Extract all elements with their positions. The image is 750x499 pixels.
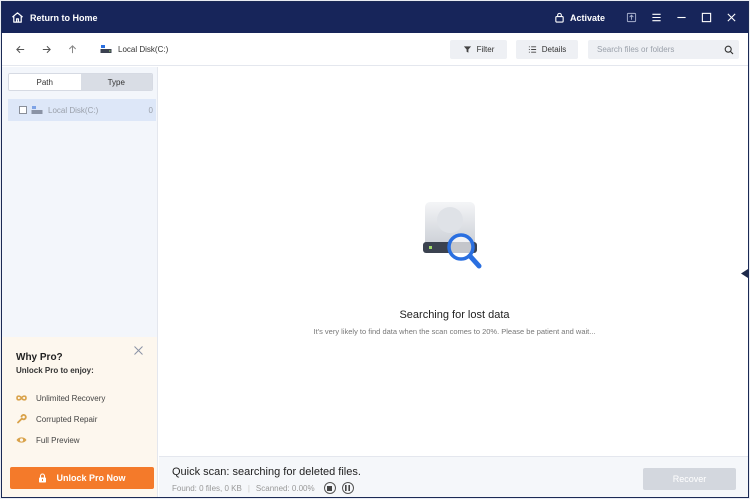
pause-button[interactable] bbox=[341, 482, 354, 494]
menu-button[interactable] bbox=[644, 2, 669, 33]
app-window: Return to Home Activate Local Disk(C:) F… bbox=[1, 1, 749, 498]
hamburger-icon bbox=[652, 13, 661, 22]
search-icon[interactable] bbox=[724, 45, 734, 55]
promo-feature-corrupted-repair: Corrupted Repair bbox=[16, 414, 97, 424]
up-button[interactable] bbox=[60, 37, 84, 61]
minimize-icon bbox=[677, 16, 686, 19]
tab-type[interactable]: Type bbox=[80, 74, 152, 90]
forward-button[interactable] bbox=[34, 37, 58, 61]
promo-title: Why Pro? bbox=[16, 352, 63, 363]
pause-icon bbox=[345, 485, 351, 491]
view-tabs: Path Type bbox=[8, 73, 153, 91]
status-bar: Quick scan: searching for deleted files.… bbox=[159, 456, 748, 497]
stop-icon bbox=[327, 485, 333, 491]
tree-item-checkbox[interactable] bbox=[19, 106, 27, 114]
scanning-drive-illustration bbox=[423, 202, 482, 269]
title-bar: Return to Home Activate bbox=[2, 2, 748, 33]
return-home-label: Return to Home bbox=[30, 12, 98, 23]
tree-item-local-disk[interactable]: Local Disk(C:) 0 bbox=[8, 99, 156, 121]
status-subtitle: It's very likely to find data when the s… bbox=[313, 327, 596, 336]
activate-label: Activate bbox=[569, 12, 605, 23]
tree-item-label: Local Disk(C:) bbox=[48, 105, 99, 115]
status-title: Searching for lost data bbox=[399, 309, 510, 321]
arrow-left-icon bbox=[15, 45, 24, 53]
tab-path[interactable]: Path bbox=[9, 74, 81, 90]
filter-label: Filter bbox=[476, 45, 495, 54]
breadcrumb[interactable]: Local Disk(C:) bbox=[100, 44, 168, 54]
promo-feature-full-preview: Full Preview bbox=[16, 435, 80, 445]
filter-button[interactable]: Filter bbox=[450, 40, 507, 59]
toolbar: Local Disk(C:) Filter Details bbox=[2, 33, 748, 66]
activate-button[interactable]: Activate bbox=[554, 12, 605, 23]
stop-button[interactable] bbox=[323, 482, 336, 494]
close-icon[interactable] bbox=[133, 345, 144, 356]
main-content: Searching for lost data It's very likely… bbox=[159, 67, 748, 456]
close-button[interactable] bbox=[719, 2, 744, 33]
collapse-panel-icon[interactable] bbox=[741, 269, 748, 278]
arrow-right-icon bbox=[42, 45, 51, 53]
back-button[interactable] bbox=[8, 37, 32, 61]
unlock-pro-label: Unlock Pro Now bbox=[56, 473, 126, 483]
promo-feature-label: Unlimited Recovery bbox=[36, 393, 106, 403]
list-icon bbox=[528, 46, 536, 53]
lock-icon bbox=[555, 12, 564, 23]
maximize-icon bbox=[701, 12, 712, 23]
close-icon bbox=[727, 13, 736, 22]
search-box bbox=[588, 40, 739, 59]
recover-button[interactable]: Recover bbox=[643, 468, 736, 490]
details-button[interactable]: Details bbox=[516, 40, 578, 59]
infinity-icon bbox=[16, 395, 27, 401]
home-icon bbox=[12, 12, 23, 23]
eye-icon bbox=[16, 437, 27, 443]
minimize-button[interactable] bbox=[669, 2, 694, 33]
promo-feature-label: Full Preview bbox=[36, 435, 80, 445]
upload-icon bbox=[626, 12, 637, 23]
upgrade-button[interactable] bbox=[619, 2, 644, 33]
promo-subtitle: Unlock Pro to enjoy: bbox=[16, 366, 94, 375]
lock-icon bbox=[39, 473, 47, 483]
scan-title: Quick scan: searching for deleted files. bbox=[172, 466, 361, 478]
found-count: Found: 0 files, 0 KB bbox=[172, 483, 242, 493]
drive-icon bbox=[100, 45, 112, 53]
arrow-up-icon bbox=[68, 44, 76, 53]
sidebar: Path Type Local Disk(C:) 0 Why Pro? Unlo… bbox=[2, 67, 158, 497]
breadcrumb-label: Local Disk(C:) bbox=[118, 44, 169, 54]
details-label: Details bbox=[541, 45, 567, 54]
pro-promo-panel: Why Pro? Unlock Pro to enjoy: Unlimited … bbox=[2, 337, 157, 497]
search-input[interactable] bbox=[597, 45, 721, 54]
unlock-pro-button[interactable]: Unlock Pro Now bbox=[10, 467, 154, 489]
maximize-button[interactable] bbox=[694, 2, 719, 33]
return-home-button[interactable]: Return to Home bbox=[11, 11, 98, 24]
scanned-percent: Scanned: 0.00% bbox=[255, 483, 315, 493]
filter-icon bbox=[463, 46, 471, 53]
wrench-icon bbox=[17, 414, 27, 424]
promo-feature-label: Corrupted Repair bbox=[36, 414, 98, 424]
promo-feature-unlimited-recovery: Unlimited Recovery bbox=[16, 393, 105, 403]
scan-stats: Found: 0 files, 0 KB | Scanned: 0.00% bbox=[172, 482, 354, 494]
drive-icon bbox=[31, 106, 43, 114]
stats-divider: | bbox=[247, 483, 250, 493]
tree-item-count: 0 bbox=[148, 105, 153, 115]
